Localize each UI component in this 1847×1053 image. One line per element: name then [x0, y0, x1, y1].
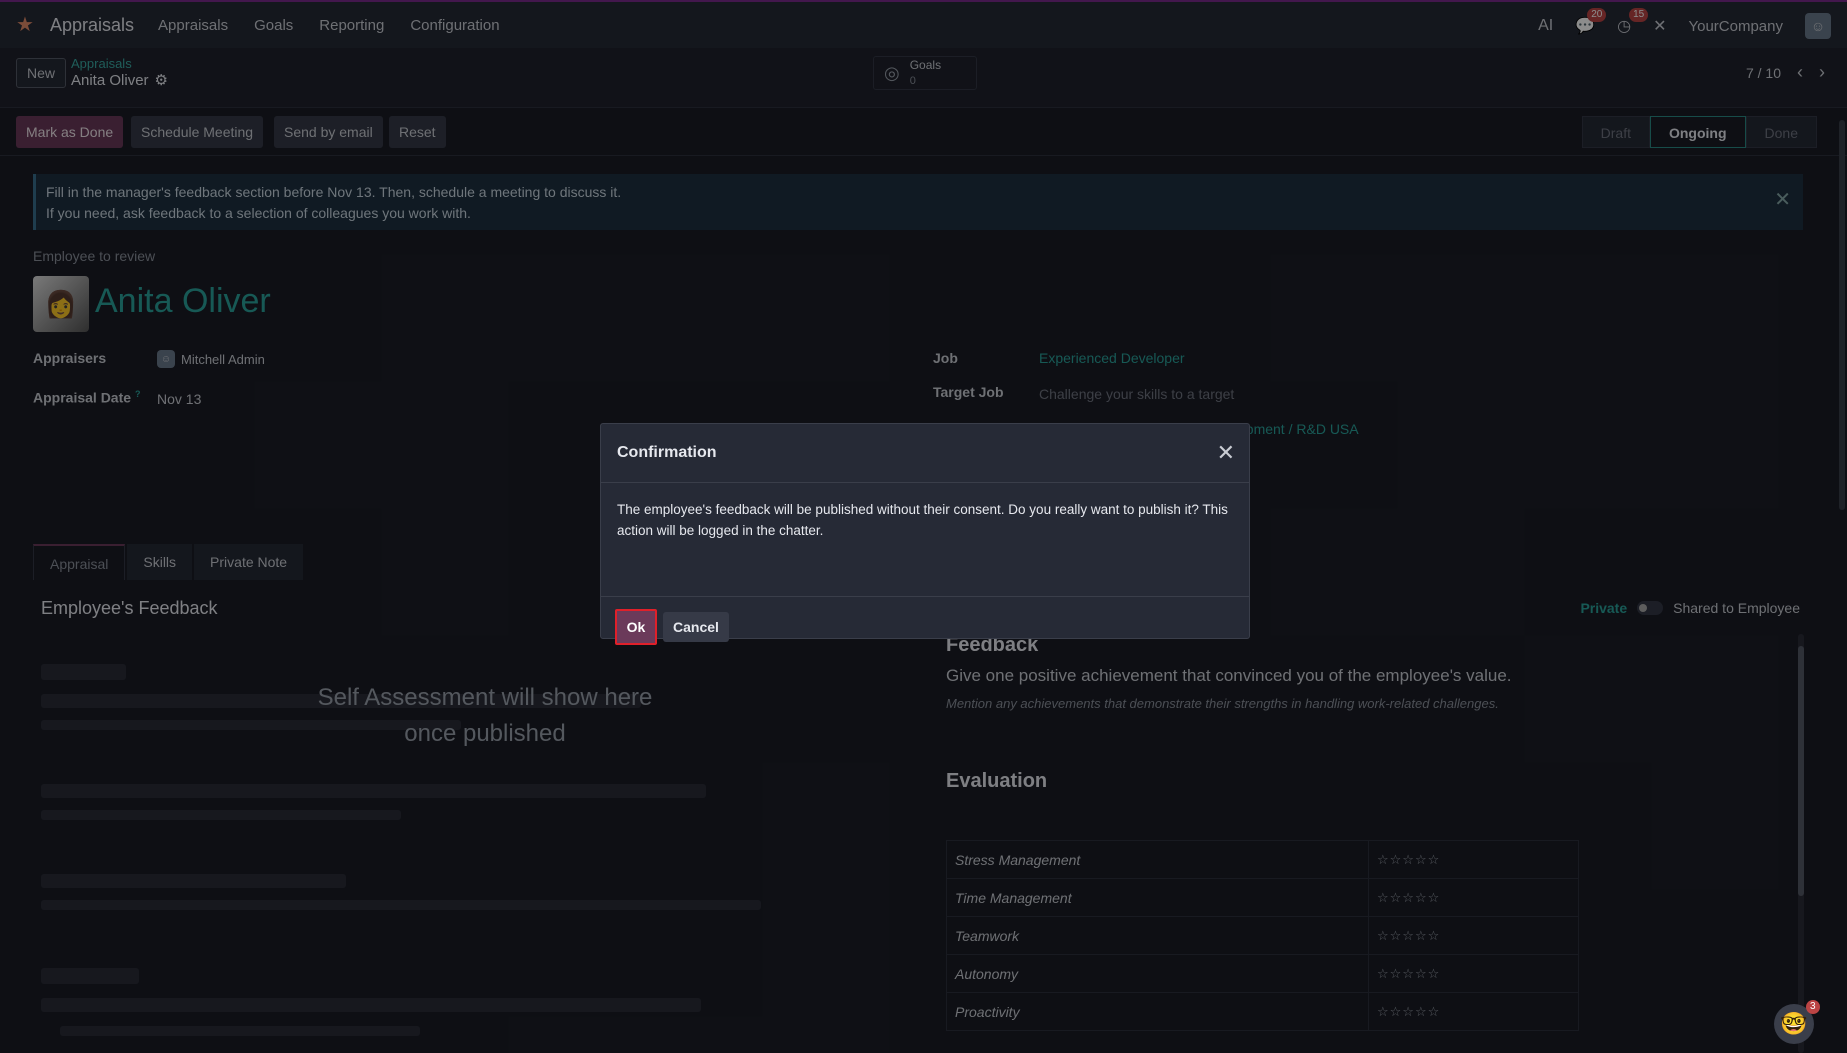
dialog-header: Confirmation	[601, 424, 1249, 483]
close-icon[interactable]: ✕	[1217, 440, 1235, 466]
dialog-body: The employee's feedback will be publishe…	[601, 483, 1249, 597]
dialog-footer: Ok Cancel	[601, 597, 1249, 657]
cancel-button[interactable]: Cancel	[663, 612, 729, 642]
chat-badge: 3	[1806, 1000, 1820, 1014]
dialog-title: Confirmation	[617, 444, 717, 461]
confirmation-dialog: Confirmation ✕ The employee's feedback w…	[600, 423, 1250, 645]
ok-button[interactable]: Ok	[615, 609, 657, 645]
